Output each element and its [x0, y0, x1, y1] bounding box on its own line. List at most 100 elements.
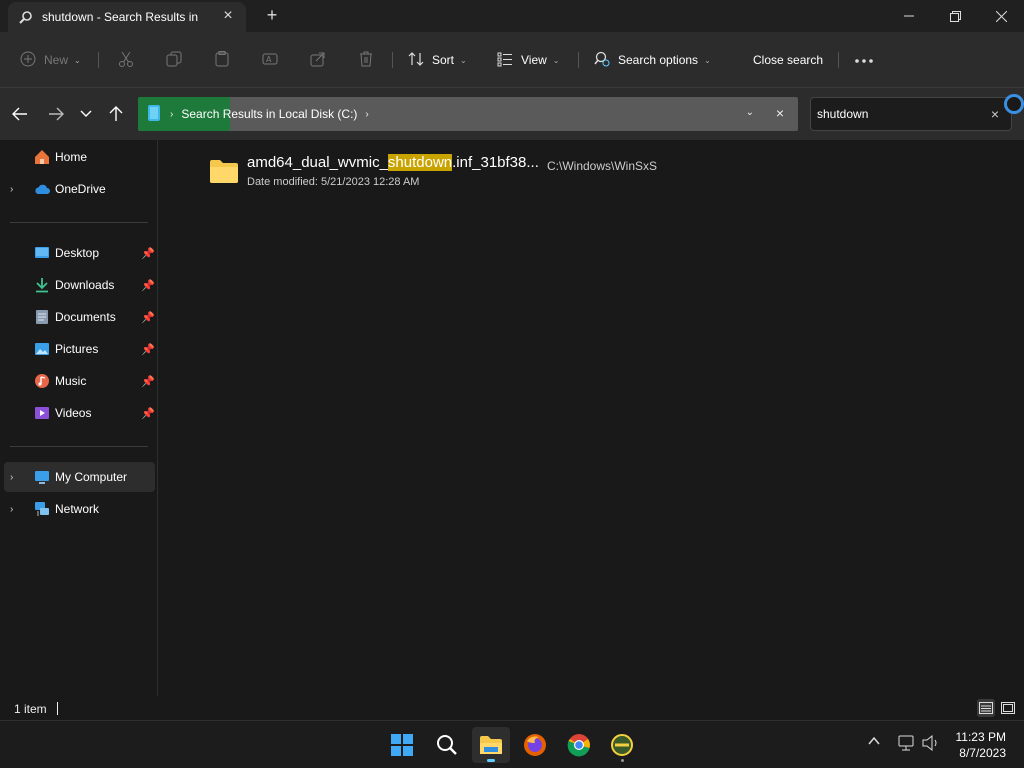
list-item[interactable]: amd64_dual_wvmic_shutdown.inf_31bf38... … [209, 152, 729, 194]
cut-icon [118, 51, 134, 70]
back-button[interactable] [8, 102, 32, 126]
chevron-down-icon: ⌄ [460, 55, 467, 65]
status-bar: 1 item [0, 696, 1024, 720]
search-location-icon [146, 104, 162, 125]
share-button[interactable] [310, 46, 326, 74]
pin-icon[interactable]: 📌 [141, 375, 155, 388]
arrow-left-icon [12, 107, 27, 121]
copy-icon [166, 51, 182, 70]
up-button[interactable] [104, 102, 128, 126]
sort-button[interactable]: Sort ⌄ [408, 46, 467, 74]
desktop-icon [34, 245, 50, 261]
more-options-button[interactable] [854, 46, 874, 74]
clear-search-icon[interactable]: × [991, 106, 999, 122]
pin-icon[interactable]: 📌 [141, 407, 155, 420]
delete-button[interactable] [358, 46, 374, 74]
windows-icon [391, 734, 413, 756]
sidebar-item-music[interactable]: Music 📌 [0, 366, 158, 396]
search-box[interactable]: × [810, 97, 1012, 131]
pin-icon[interactable]: 📌 [141, 247, 155, 260]
paste-icon [214, 50, 230, 70]
forward-button[interactable] [44, 102, 68, 126]
stop-search-icon[interactable]: × [776, 105, 784, 121]
file-name: amd64_dual_wvmic_shutdown.inf_31bf38... [247, 154, 539, 171]
chevron-right-icon[interactable]: › [365, 109, 368, 120]
tiles-view-button[interactable] [999, 699, 1017, 717]
clock-date: 8/7/2023 [959, 746, 1006, 760]
new-button[interactable]: New ⌄ [20, 46, 81, 74]
details-view-button[interactable] [977, 699, 995, 717]
divider [10, 222, 148, 223]
sidebar-item-network[interactable]: › Network [0, 494, 158, 524]
system-clock[interactable]: 11:23 PM 8/7/2023 [956, 729, 1006, 761]
taskbar-firefox[interactable] [516, 727, 554, 763]
start-button[interactable] [383, 727, 421, 763]
trash-icon [358, 51, 374, 70]
share-icon [310, 51, 326, 70]
close-tab-icon[interactable]: × [220, 8, 236, 25]
new-icon [20, 51, 36, 70]
file-path: C:\Windows\WinSxS [547, 159, 658, 173]
pin-icon[interactable]: 📌 [141, 311, 155, 324]
search-options-button[interactable]: Search options ⌄ [594, 46, 711, 74]
file-name-part: .inf_31bf38... [452, 154, 539, 171]
restore-button[interactable] [932, 0, 978, 32]
taskbar-search-button[interactable] [428, 727, 466, 763]
close-window-button[interactable] [978, 0, 1024, 32]
close-search-button[interactable]: Close search [753, 46, 823, 74]
view-button[interactable]: View ⌄ [497, 46, 560, 74]
new-tab-button[interactable]: + [262, 6, 282, 26]
sidebar-item-documents[interactable]: Documents 📌 [0, 302, 158, 332]
file-name-part: amd64_dual_wvmic_ [247, 154, 388, 171]
recent-locations-button[interactable] [74, 102, 98, 126]
minimize-button[interactable] [886, 0, 932, 32]
cloud-icon [34, 181, 50, 197]
sidebar-item-pictures[interactable]: Pictures 📌 [0, 334, 158, 364]
sidebar-item-home[interactable]: Home [0, 142, 158, 172]
arrow-right-icon [49, 107, 64, 121]
search-icon [437, 735, 457, 755]
address-bar[interactable]: › Search Results in Local Disk (C:) › ⌄ … [138, 97, 798, 131]
taskbar-app[interactable] [603, 727, 641, 763]
cut-button[interactable] [118, 46, 134, 74]
sidebar-item-my-computer[interactable]: › My Computer [4, 462, 155, 492]
divider [10, 446, 148, 447]
chevron-down-icon: ⌄ [74, 55, 81, 65]
taskbar-file-explorer[interactable] [472, 727, 510, 763]
pin-icon[interactable]: 📌 [141, 279, 155, 292]
status-divider [57, 702, 58, 715]
search-input[interactable] [817, 107, 977, 121]
date-modified-value: 5/21/2023 12:28 AM [321, 176, 420, 188]
chevron-right-icon[interactable]: › [10, 184, 13, 195]
network-status-icon[interactable] [898, 735, 916, 754]
divider [392, 52, 393, 68]
taskbar: 11:23 PM 8/7/2023 [0, 720, 1024, 768]
view-list-icon [497, 51, 513, 70]
date-modified-label: Date modified: [247, 176, 318, 188]
chevron-down-icon: ⌄ [704, 55, 711, 65]
pin-icon[interactable]: 📌 [141, 343, 155, 356]
rename-button[interactable]: A [262, 46, 278, 74]
breadcrumb-location[interactable]: Search Results in Local Disk (C:) [181, 107, 357, 121]
running-indicator [487, 759, 495, 762]
paste-button[interactable] [214, 46, 230, 74]
sidebar-item-desktop[interactable]: Desktop 📌 [0, 238, 158, 268]
taskbar-chrome[interactable] [560, 727, 598, 763]
show-hidden-icons-button[interactable] [868, 735, 880, 749]
tab-title: shutdown - Search Results in [42, 10, 199, 24]
sidebar-item-onedrive[interactable]: › OneDrive [0, 174, 158, 204]
chevron-up-icon [868, 736, 880, 745]
chevron-right-icon[interactable]: › [10, 472, 13, 483]
sort-icon [408, 51, 424, 70]
arrow-up-icon [109, 106, 123, 121]
pictures-icon [34, 341, 50, 357]
chevron-right-icon[interactable]: › [10, 504, 13, 515]
sidebar-item-videos[interactable]: Videos 📌 [0, 398, 158, 428]
sidebar-item-downloads[interactable]: Downloads 📌 [0, 270, 158, 300]
chevron-down-icon: ⌄ [552, 55, 560, 65]
copy-button[interactable] [166, 46, 182, 74]
volume-icon[interactable] [922, 734, 940, 754]
search-term-highlight: shutdown [387, 154, 453, 171]
tab-search-results[interactable]: shutdown - Search Results in × [8, 2, 246, 32]
address-history-dropdown[interactable]: ⌄ [746, 107, 754, 118]
